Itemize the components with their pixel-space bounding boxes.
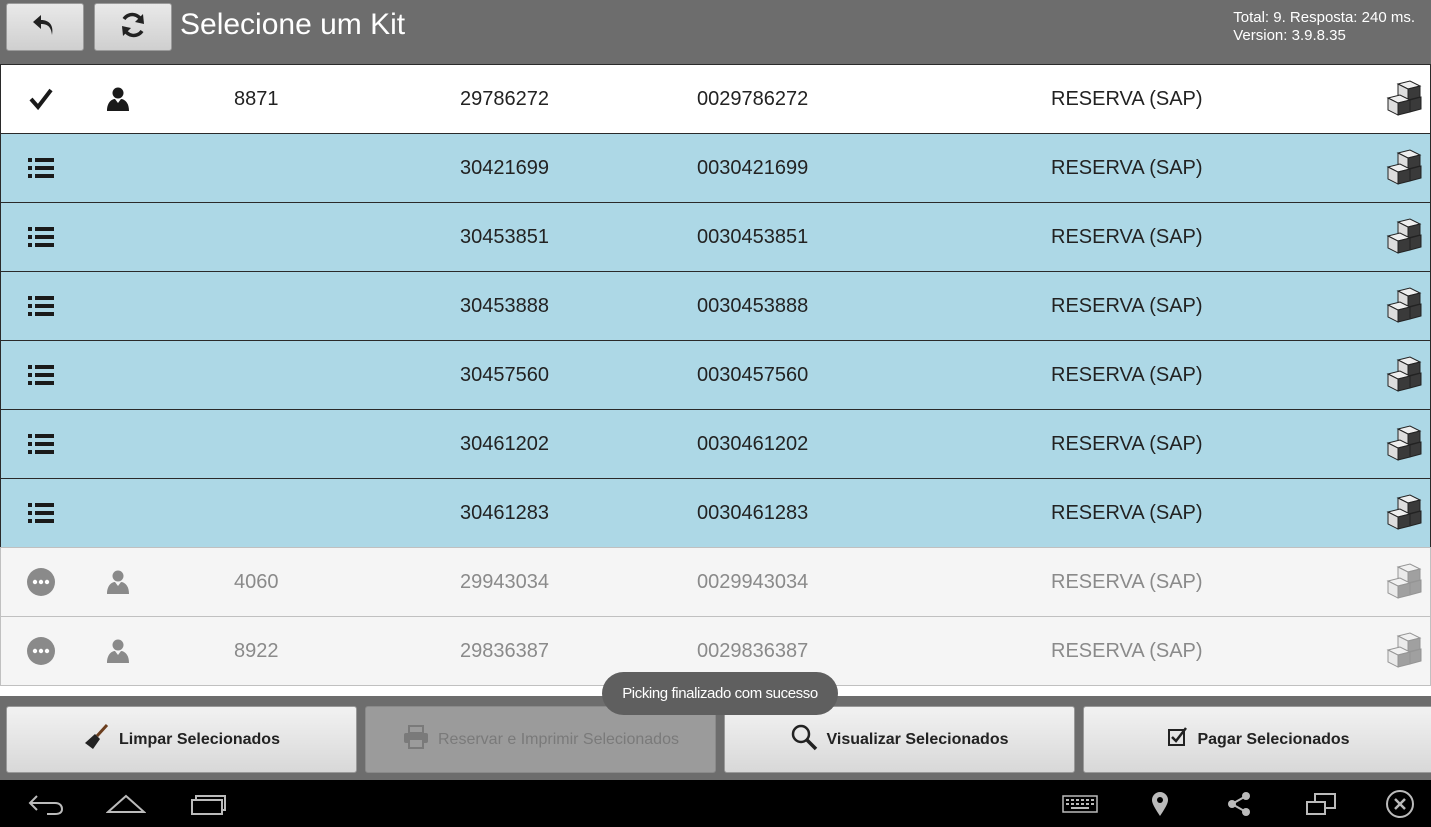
kit-type: RESERVA (SAP) <box>1051 433 1203 455</box>
reserve-print-button[interactable]: Reservar e Imprimir Selecionados <box>365 706 716 773</box>
kit-code-padded: 0030457560 <box>697 364 809 386</box>
kit-code: 30453851 <box>460 226 549 248</box>
kit-row[interactable]: 30457560 0030457560 RESERVA (SAP) <box>0 340 1431 410</box>
kit-code-padded: 0030461202 <box>697 433 809 455</box>
kit-type: RESERVA (SAP) <box>1051 226 1203 248</box>
list-icon[interactable] <box>21 479 61 547</box>
kit-row[interactable]: 8871 29786272 0029786272 RESERVA (SAP) <box>0 64 1431 134</box>
list-icon[interactable] <box>21 341 61 409</box>
kit-row[interactable]: 30421699 0030421699 RESERVA (SAP) <box>0 133 1431 203</box>
kit-code-padded: 0030421699 <box>697 157 809 179</box>
kit-code-padded: 0030461283 <box>697 502 809 524</box>
kit-code-padded: 0029943034 <box>697 571 809 593</box>
kit-number: 8871 <box>234 88 279 110</box>
boxes-icon[interactable] <box>1383 272 1427 340</box>
kit-type: RESERVA (SAP) <box>1051 571 1203 593</box>
page-title: Selecione um Kit <box>180 8 406 41</box>
kit-code-padded: 0029786272 <box>697 88 809 110</box>
kit-type: RESERVA (SAP) <box>1051 157 1203 179</box>
user-icon <box>101 617 135 685</box>
boxes-icon[interactable] <box>1383 65 1427 133</box>
share-icon[interactable] <box>1224 780 1254 827</box>
nav-home-icon[interactable] <box>106 780 146 827</box>
pay-selected-label: Pagar Selecionados <box>1197 730 1350 748</box>
checkmark-icon[interactable] <box>21 65 61 133</box>
more-options-icon[interactable] <box>21 548 61 616</box>
boxes-icon[interactable] <box>1383 203 1427 271</box>
location-icon[interactable] <box>1148 780 1172 827</box>
nav-back-icon[interactable] <box>26 780 66 827</box>
back-button[interactable] <box>6 3 84 51</box>
list-icon[interactable] <box>21 272 61 340</box>
kit-type: RESERVA (SAP) <box>1051 295 1203 317</box>
response-stats: Total: 9. Resposta: 240 ms. Version: 3.9… <box>1233 9 1415 45</box>
stats-total: Total: 9. Resposta: 240 ms. <box>1233 9 1415 26</box>
toast-message: Picking finalizado com sucesso <box>602 672 838 715</box>
view-selected-button[interactable]: Visualizar Selecionados <box>724 706 1075 773</box>
close-app-icon[interactable] <box>1384 780 1416 827</box>
list-icon[interactable] <box>21 410 61 478</box>
boxes-icon[interactable] <box>1383 134 1427 202</box>
nav-recent-apps-icon[interactable] <box>188 780 228 827</box>
kit-row[interactable]: 4060 29943034 0029943034 RESERVA (SAP) <box>0 547 1431 617</box>
kit-code-padded: 0030453888 <box>697 295 809 317</box>
kit-type: RESERVA (SAP) <box>1051 640 1203 662</box>
view-selected-label: Visualizar Selecionados <box>826 730 1009 748</box>
refresh-button[interactable] <box>94 3 172 51</box>
boxes-icon[interactable] <box>1383 548 1427 616</box>
boxes-icon[interactable] <box>1383 410 1427 478</box>
keyboard-icon[interactable] <box>1060 780 1100 827</box>
boxes-icon[interactable] <box>1383 479 1427 547</box>
kit-type: RESERVA (SAP) <box>1051 364 1203 386</box>
kit-number: 4060 <box>234 571 279 593</box>
kit-code: 30421699 <box>460 157 549 179</box>
kit-row[interactable]: 30453888 0030453888 RESERVA (SAP) <box>0 271 1431 341</box>
refresh-icon <box>118 10 148 45</box>
checkbox-icon <box>1167 726 1189 753</box>
list-icon[interactable] <box>21 203 61 271</box>
kit-code: 30457560 <box>460 364 549 386</box>
screen-mirror-icon[interactable] <box>1304 780 1338 827</box>
top-bar: Selecione um Kit Total: 9. Resposta: 240… <box>0 0 1431 64</box>
search-icon <box>790 723 818 756</box>
kit-code: 30461283 <box>460 502 549 524</box>
more-options-icon[interactable] <box>21 617 61 685</box>
broom-icon <box>83 723 111 756</box>
kit-code-padded: 0030453851 <box>697 226 809 248</box>
kit-number: 8922 <box>234 640 279 662</box>
clear-selected-button[interactable]: Limpar Selecionados <box>6 706 357 773</box>
kit-row[interactable]: 30461202 0030461202 RESERVA (SAP) <box>0 409 1431 479</box>
system-nav-bar <box>0 780 1431 827</box>
kit-row[interactable]: 30453851 0030453851 RESERVA (SAP) <box>0 202 1431 272</box>
kit-row[interactable]: 30461283 0030461283 RESERVA (SAP) <box>0 478 1431 548</box>
kit-code: 30461202 <box>460 433 549 455</box>
boxes-icon[interactable] <box>1383 341 1427 409</box>
kit-type: RESERVA (SAP) <box>1051 502 1203 524</box>
list-icon[interactable] <box>21 134 61 202</box>
pay-selected-button[interactable]: Pagar Selecionados <box>1083 706 1431 773</box>
kit-code: 30453888 <box>460 295 549 317</box>
undo-icon <box>30 10 60 45</box>
kit-type: RESERVA (SAP) <box>1051 88 1203 110</box>
kit-code: 29786272 <box>460 88 549 110</box>
user-icon <box>101 548 135 616</box>
user-icon <box>101 65 135 133</box>
kit-code: 29943034 <box>460 571 549 593</box>
stats-version: Version: 3.9.8.35 <box>1233 27 1346 44</box>
kit-code: 29836387 <box>460 640 549 662</box>
reserve-print-label: Reservar e Imprimir Selecionados <box>438 730 679 748</box>
kit-list: 8871 29786272 0029786272 RESERVA (SAP) 30421… <box>0 64 1431 686</box>
clear-selected-label: Limpar Selecionados <box>119 730 280 748</box>
printer-icon <box>402 723 430 756</box>
boxes-icon[interactable] <box>1383 617 1427 685</box>
